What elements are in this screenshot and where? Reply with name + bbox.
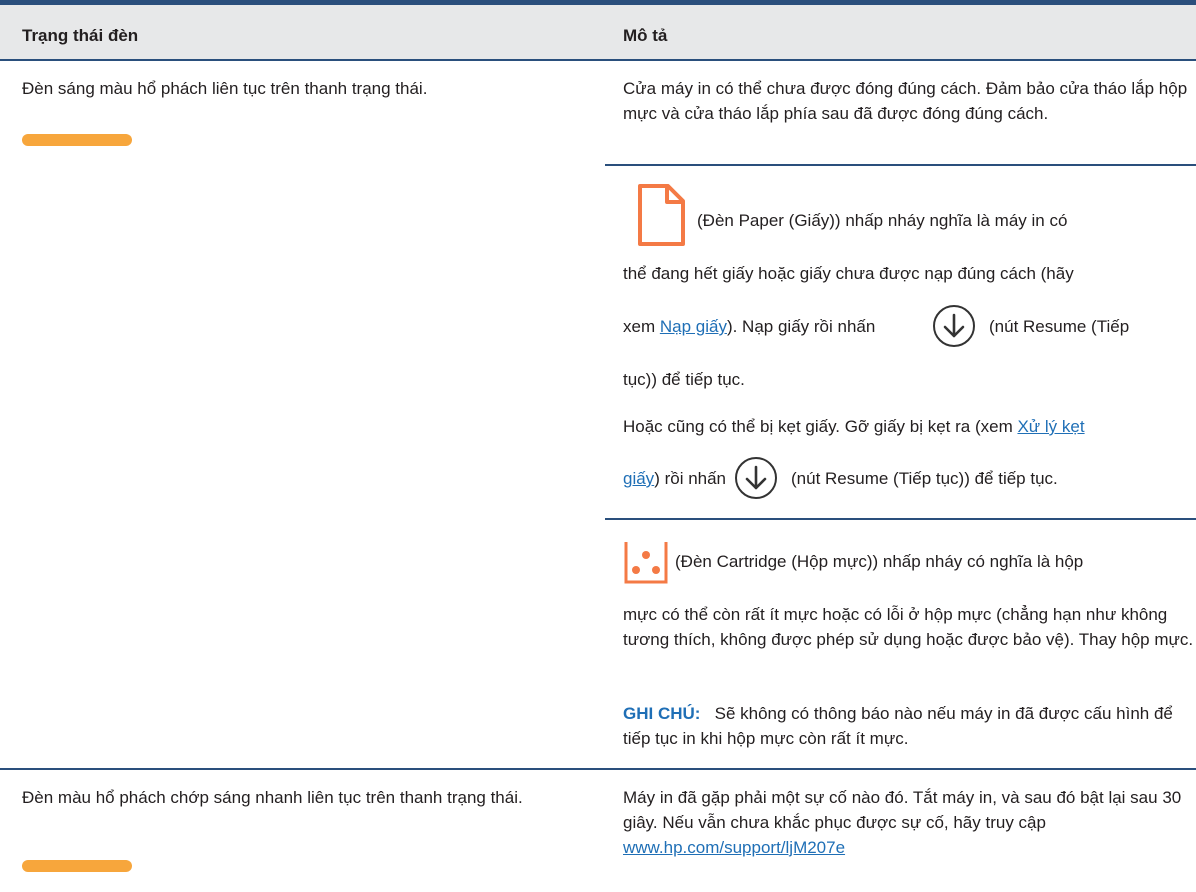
paper-line-3-post: (nút Resume (Tiếp [989, 317, 1130, 336]
jam-line-2-post: (nút Resume (Tiếp tục)) để tiếp tục. [791, 469, 1058, 488]
paper-line-3-pre: xem [623, 317, 660, 336]
status-bar-light-icon [22, 134, 132, 146]
paper-line-3-mid: ). Nạp giấy rồi nhấn [726, 317, 876, 336]
resume-button-icon [933, 305, 975, 347]
row-divider [0, 768, 1196, 770]
jam-line-1: Hoặc cũng có thể bị kẹt giấy. Gỡ giấy bị… [623, 414, 1195, 439]
paper-line-4: tục)) để tiếp tục. [623, 370, 745, 389]
header-description: Mô tả [623, 26, 668, 45]
table-header-row [0, 5, 1196, 60]
table-header-rule [0, 59, 1196, 61]
row2-status-text: Đèn màu hổ phách chớp sáng nhanh liên tụ… [22, 788, 523, 807]
jam-line-2-mid: ) rồi nhấn [654, 469, 727, 488]
paper-light-icon [638, 184, 685, 246]
status-bar-light-icon [22, 860, 132, 872]
cartridge-line-2: mực có thể còn rất ít mực hoặc có lỗi ở … [623, 605, 1194, 649]
paper-jam-link-part1[interactable]: Xử lý kẹt [1017, 417, 1084, 436]
header-light-status: Trạng thái đèn [22, 26, 139, 45]
jam-line-1-text: Hoặc cũng có thể bị kẹt giấy. Gỡ giấy bị… [623, 417, 1018, 436]
cartridge-line-1: (Đèn Cartridge (Hộp mực)) nhấp nháy có n… [675, 552, 1084, 571]
paper-line-2: thể đang hết giấy hoặc giấy chưa được nạ… [623, 264, 1074, 283]
row1-status-text: Đèn sáng màu hổ phách liên tục trên than… [22, 79, 428, 98]
row1-door-text: Cửa máy in có thể chưa được đóng đúng cá… [623, 79, 1188, 123]
paper-line-1: (Đèn Paper (Giấy)) nhấp nháy nghĩa là má… [697, 211, 1068, 230]
row2-desc-text: Máy in đã gặp phải một sự cố nào đó. Tắt… [623, 788, 1182, 832]
note-label: GHI CHÚ: [623, 704, 701, 723]
load-paper-link[interactable]: Nạp giấy [660, 317, 727, 336]
row-divider [605, 518, 1196, 520]
row2-description: Máy in đã gặp phải một sự cố nào đó. Tắt… [623, 785, 1193, 860]
cartridge-light-icon [624, 542, 668, 584]
paper-jam-link-part2[interactable]: giấy [623, 469, 654, 488]
support-link[interactable]: www.hp.com/support/ljM207e [623, 838, 845, 857]
resume-button-icon [735, 457, 777, 499]
cartridge-note: GHI CHÚ: Sẽ không có thông báo nào nếu m… [623, 701, 1195, 751]
row-divider [605, 164, 1196, 166]
note-text: Sẽ không có thông báo nào nếu máy in đã … [623, 704, 1173, 748]
